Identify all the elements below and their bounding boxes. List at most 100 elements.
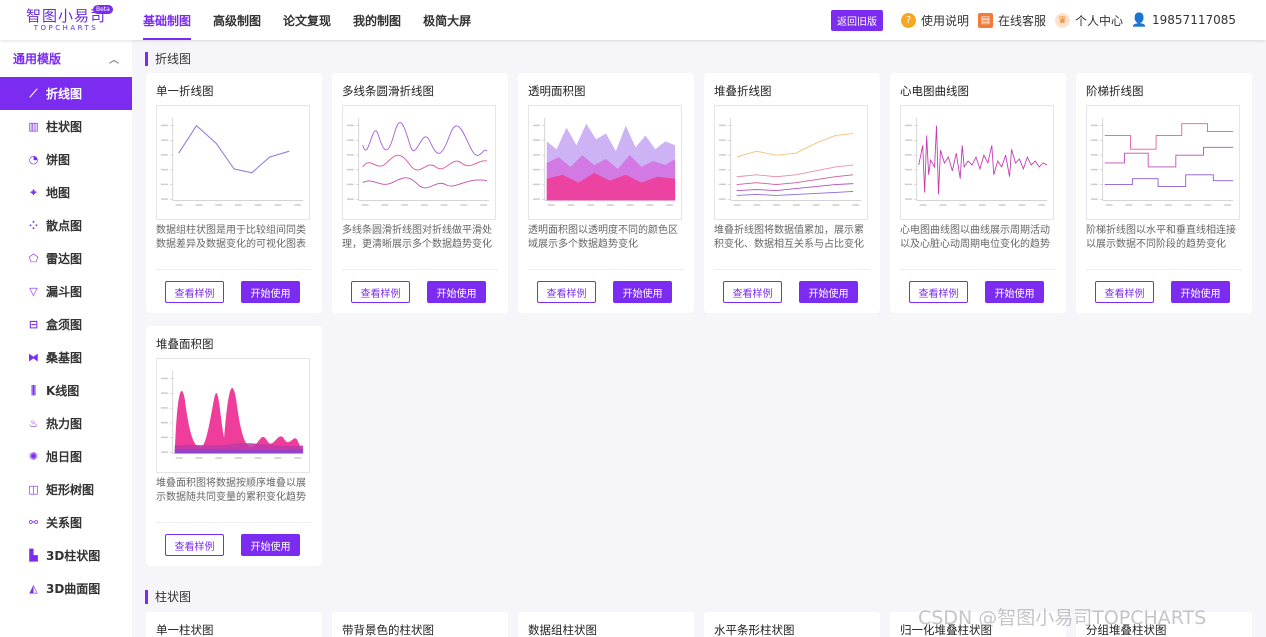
help-label: 使用说明 bbox=[920, 13, 969, 28]
service-link[interactable]: ▤ 在线客服 bbox=[977, 12, 1046, 29]
view-example-button[interactable]: 查看样例 bbox=[723, 281, 782, 303]
sidebar-item-10[interactable]: ♨ 热力图 bbox=[0, 407, 132, 440]
bar-template-card[interactable]: 水平条形柱状图 bbox=[704, 612, 880, 637]
start-using-button[interactable]: 开始使用 bbox=[1171, 281, 1230, 303]
nav-tab-2[interactable]: 论文复现 bbox=[272, 0, 342, 40]
card-title: 带背景色的柱状图 bbox=[342, 623, 434, 637]
sidebar-item-label: 热力图 bbox=[46, 417, 83, 431]
start-using-button[interactable]: 开始使用 bbox=[427, 281, 486, 303]
user-icon: 👤 bbox=[1131, 12, 1148, 28]
sidebar-item-label: 盒须图 bbox=[46, 318, 83, 332]
sidebar-item-2[interactable]: ◔ 饼图 bbox=[0, 143, 132, 176]
view-example-button[interactable]: 查看样例 bbox=[537, 281, 596, 303]
card-thumbnail[interactable] bbox=[156, 105, 310, 220]
start-using-button[interactable]: 开始使用 bbox=[985, 281, 1044, 303]
card-thumbnail[interactable] bbox=[900, 105, 1054, 220]
card-description: 数据组柱状图是用于比较组间同类数据差异及数据变化的可视化图表 bbox=[156, 225, 306, 250]
candlestick-icon: ⫼ bbox=[30, 383, 37, 397]
nav-tab-1[interactable]: 高级制图 bbox=[202, 0, 272, 40]
start-using-button[interactable]: 开始使用 bbox=[799, 281, 858, 303]
start-using-button[interactable]: 开始使用 bbox=[613, 281, 672, 303]
card-thumbnail[interactable] bbox=[1086, 105, 1240, 220]
nav-tab-3[interactable]: 我的制图 bbox=[342, 0, 412, 40]
sidebar-item-label: 矩形树图 bbox=[46, 483, 95, 497]
old-version-button[interactable]: 返回旧版 bbox=[830, 9, 883, 31]
sidebar-group-header[interactable]: 通用模版 ︿ bbox=[0, 40, 132, 77]
template-card[interactable]: 透明面积图 透明面积图以透明度不同的颜色区域展示多个数据趋势变化 查看样例 开始使用 bbox=[518, 73, 694, 313]
nav-tab-4[interactable]: 极简大屏 bbox=[412, 0, 482, 40]
view-example-button[interactable]: 查看样例 bbox=[165, 534, 224, 556]
scatter-icon: ⁘ bbox=[28, 219, 39, 232]
card-thumbnail[interactable] bbox=[528, 105, 682, 220]
card-divider bbox=[900, 269, 1056, 270]
card-title: 水平条形柱状图 bbox=[714, 623, 795, 637]
sidebar-item-12[interactable]: ◫ 矩形树图 bbox=[0, 473, 132, 506]
sidebar-item-6[interactable]: ▽ 漏斗图 bbox=[0, 275, 132, 308]
view-example-button[interactable]: 查看样例 bbox=[909, 281, 968, 303]
bar-3d-icon: ▙ bbox=[29, 549, 38, 562]
logo[interactable]: 智图小易司 TOPCHARTS Beta bbox=[0, 0, 132, 40]
start-using-button[interactable]: 开始使用 bbox=[241, 281, 300, 303]
user-phone: 19857117085 bbox=[1152, 13, 1236, 27]
card-title: 堆叠面积图 bbox=[156, 337, 214, 351]
step-line-preview bbox=[1090, 117, 1234, 206]
main-nav: 基础制图 高级制图 论文复现 我的制图 极简大屏 bbox=[132, 0, 482, 40]
personal-label: 个人中心 bbox=[1075, 13, 1124, 28]
sidebar-item-9[interactable]: ⫼ K线图 bbox=[0, 374, 132, 407]
card-divider bbox=[156, 522, 312, 523]
card-description: 阶梯折线图以水平和垂直线相连接以展示数据不同阶段的趋势变化 bbox=[1086, 225, 1236, 250]
sidebar-item-3[interactable]: ⌖ 地图 bbox=[0, 176, 132, 209]
nav-tab-0[interactable]: 基础制图 bbox=[132, 0, 202, 40]
funnel-icon: ▽ bbox=[29, 285, 38, 298]
sunburst-icon: ✺ bbox=[28, 450, 39, 463]
heatmap-icon: ♨ bbox=[28, 417, 39, 430]
template-card[interactable]: 堆叠折线图 堆叠折线图将数据值累加，展示累积变化、数据相互关系与占比变化 查看样例开… bbox=[704, 73, 880, 313]
start-using-button[interactable]: 开始使用 bbox=[241, 534, 300, 556]
sidebar: 通用模版 ︿ ⟋ 折线图 ▥ 柱状图 ◔ 饼图 ⌖ 地图 ⁘ 散点图 ⬠ 雷达图 ▽ 漏斗图 ⊟ 盒须图 ⧓ 桑基… bbox=[0, 40, 132, 637]
bar-template-card[interactable]: 带背景色的柱状图 bbox=[332, 612, 508, 637]
user-account[interactable]: 👤 19857117085 bbox=[1131, 12, 1236, 28]
bar-template-card[interactable]: 单一柱状图 bbox=[146, 612, 322, 637]
help-link[interactable]: ? 使用说明 bbox=[900, 12, 969, 29]
beta-badge: Beta bbox=[93, 5, 113, 14]
view-example-button[interactable]: 查看样例 bbox=[165, 281, 224, 303]
card-thumbnail[interactable] bbox=[714, 105, 868, 220]
sidebar-item-11[interactable]: ✺ 旭日图 bbox=[0, 440, 132, 473]
view-example-button[interactable]: 查看样例 bbox=[1095, 281, 1154, 303]
card-title: 阶梯折线图 bbox=[1086, 84, 1144, 98]
card-thumbnail[interactable] bbox=[156, 358, 310, 473]
sidebar-item-4[interactable]: ⁘ 散点图 bbox=[0, 209, 132, 242]
sidebar-item-15[interactable]: ◭ 3D曲面图 bbox=[0, 572, 132, 605]
sidebar-item-7[interactable]: ⊟ 盒须图 bbox=[0, 308, 132, 341]
sidebar-item-13[interactable]: ⚯ 关系图 bbox=[0, 506, 132, 539]
sidebar-item-label: 漏斗图 bbox=[46, 285, 83, 299]
stacked-line-preview bbox=[718, 117, 862, 206]
card-thumbnail[interactable] bbox=[342, 105, 496, 220]
crown-icon: ♛ bbox=[1055, 12, 1070, 28]
template-card[interactable]: 阶梯折线图阶梯折线图以水平和垂直线相连接以展示数据不同阶段的趋势变化查看样例 开始… bbox=[1076, 73, 1252, 313]
card-description: 堆叠面积图将数据按顺序堆叠以展示数据随共同变量的累积变化趋势 bbox=[156, 478, 306, 503]
card-title: 心电图曲线图 bbox=[900, 84, 969, 98]
sidebar-item-5[interactable]: ⬠ 雷达图 bbox=[0, 242, 132, 275]
view-example-button[interactable]: 查看样例 bbox=[351, 281, 410, 303]
sidebar-item-8[interactable]: ⧓ 桑基图 bbox=[0, 341, 132, 374]
sidebar-item-14[interactable]: ▙ 3D柱状图 bbox=[0, 539, 132, 572]
card-description: 心电图曲线图以曲线展示周期活动以及心脏心动周期电位变化的趋势 bbox=[900, 225, 1050, 250]
card-title: 多线条圆滑折线图 bbox=[342, 84, 434, 98]
personal-center-link[interactable]: ♛ 个人中心 bbox=[1055, 12, 1123, 29]
sidebar-item-label: 3D曲面图 bbox=[46, 582, 101, 596]
sidebar-item-1[interactable]: ▥ 柱状图 bbox=[0, 110, 132, 143]
main-content[interactable]: 折线图 单一折线图 数据组柱状图是用于比较组间同类数据差异及数据变化的可视化图表查… bbox=[132, 40, 1266, 637]
simple-line-preview bbox=[160, 117, 304, 206]
sidebar-item-label: 3D柱状图 bbox=[46, 549, 101, 563]
map-pin-icon: ⌖ bbox=[30, 185, 37, 199]
template-card[interactable]: 堆叠面积图堆叠面积图将数据按顺序堆叠以展示数据随共同变量的累积变化趋势查看样例开… bbox=[146, 326, 322, 566]
sankey-icon: ⧓ bbox=[28, 351, 39, 364]
template-card[interactable]: 心电图曲线图心电图曲线图以曲线展示周期活动以及心脏心动周期电位变化的趋势查看样例… bbox=[890, 73, 1066, 313]
template-card[interactable]: 单一折线图 数据组柱状图是用于比较组间同类数据差异及数据变化的可视化图表 查看样例开… bbox=[146, 73, 322, 313]
card-divider bbox=[528, 269, 684, 270]
bar-template-card[interactable]: 数据组柱状图 bbox=[518, 612, 694, 637]
sidebar-item-0[interactable]: ⟋ 折线图 bbox=[0, 77, 132, 110]
template-card[interactable]: 多线条圆滑折线图 多线条圆滑折线图对折线做平滑处理，更清晰展示多个数据趋势变化 查看… bbox=[332, 73, 508, 313]
radar-icon: ⬠ bbox=[28, 252, 39, 265]
